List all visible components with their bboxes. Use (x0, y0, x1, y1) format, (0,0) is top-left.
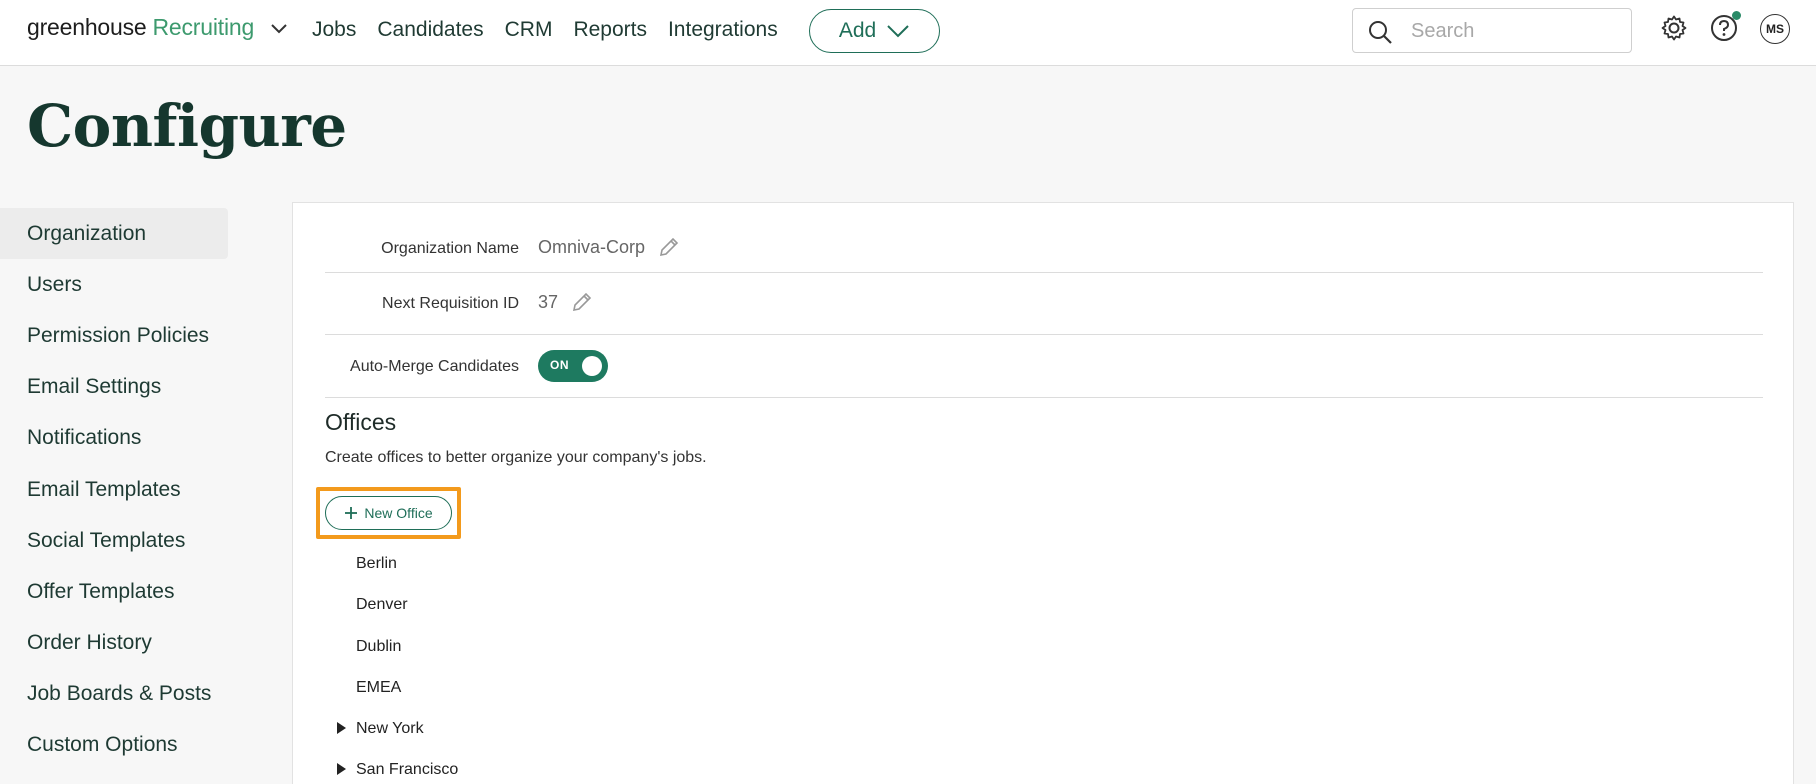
auto-merge-label: Auto-Merge Candidates (350, 358, 519, 375)
nav-candidates[interactable]: Candidates (377, 16, 483, 44)
sidebar-item-custom-options[interactable]: Custom Options (0, 720, 228, 771)
search-icon (1369, 21, 1392, 44)
notification-dot (1732, 11, 1741, 20)
office-item-denver[interactable]: Denver (356, 596, 408, 614)
offices-heading: Offices (325, 409, 397, 435)
chevron-down-icon (887, 25, 909, 38)
help-button[interactable] (1710, 11, 1741, 42)
organization-name-label: Organization Name (381, 240, 519, 257)
organization-name-value: Omniva-Corp (538, 236, 646, 257)
sidebar-item-permission-policies[interactable]: Permission Policies (0, 310, 228, 361)
office-item-san-francisco[interactable]: San Francisco (356, 761, 458, 779)
avatar[interactable]: MS (1760, 14, 1790, 44)
edit-pencil-icon[interactable] (570, 290, 594, 314)
nav-integrations[interactable]: Integrations (668, 16, 778, 44)
toggle-knob (582, 356, 602, 376)
sidebar-item-notifications[interactable]: Notifications (0, 413, 228, 464)
brand-product: Recruiting (152, 14, 255, 40)
office-item-berlin[interactable]: Berlin (356, 555, 397, 573)
organization-panel: Organization Name Omniva-Corp Next Requi… (292, 202, 1794, 784)
organization-name-value-group: Omniva-Corp (538, 235, 681, 259)
next-requisition-row: Next Requisition ID 37 (325, 273, 1763, 335)
toggle-state-label: ON (550, 358, 569, 372)
main-nav-links: Jobs Candidates CRM Reports Integrations (312, 16, 799, 44)
sidebar-item-users[interactable]: Users (0, 259, 228, 310)
next-requisition-value: 37 (538, 291, 559, 312)
new-office-button[interactable]: New Office (325, 496, 452, 530)
office-item-new-york[interactable]: New York (356, 720, 424, 738)
next-requisition-label: Next Requisition ID (382, 295, 519, 312)
next-requisition-value-group: 37 (538, 290, 594, 314)
app-brand[interactable]: greenhouse Recruiting (27, 14, 290, 41)
sidebar-item-organization[interactable]: Organization (0, 208, 228, 260)
sidebar: Organization Users Permission Policies E… (0, 208, 228, 771)
nav-reports[interactable]: Reports (573, 16, 647, 44)
nav-jobs[interactable]: Jobs (312, 16, 356, 44)
sidebar-item-email-settings[interactable]: Email Settings (0, 362, 228, 413)
top-nav: greenhouse Recruiting Jobs Candidates CR… (0, 0, 1816, 66)
add-button-label: Add (838, 19, 877, 42)
gear-icon[interactable] (1660, 14, 1688, 42)
sidebar-item-job-boards[interactable]: Job Boards & Posts (0, 669, 228, 720)
page-title: Configure (27, 92, 347, 160)
plus-icon (345, 507, 358, 519)
search-input[interactable] (1411, 17, 1616, 45)
expand-caret-icon[interactable] (336, 763, 346, 775)
nav-crm[interactable]: CRM (505, 16, 553, 44)
expand-caret-icon[interactable] (336, 722, 346, 734)
new-office-label: New Office (364, 505, 433, 521)
auto-merge-row: Auto-Merge Candidates ON (325, 335, 1763, 398)
brand-name: greenhouse (27, 14, 147, 40)
add-button[interactable]: Add (809, 9, 940, 53)
office-item-emea[interactable]: EMEA (356, 679, 401, 697)
auto-merge-toggle[interactable]: ON (538, 350, 608, 382)
offices-description: Create offices to better organize your c… (325, 449, 707, 466)
sidebar-item-social-templates[interactable]: Social Templates (0, 515, 228, 566)
sidebar-item-email-templates[interactable]: Email Templates (0, 464, 228, 515)
chevron-down-icon[interactable] (268, 17, 290, 39)
edit-pencil-icon[interactable] (657, 235, 681, 259)
sidebar-item-offer-templates[interactable]: Offer Templates (0, 566, 228, 617)
sidebar-item-order-history[interactable]: Order History (0, 618, 228, 669)
organization-name-row: Organization Name Omniva-Corp (325, 223, 1763, 273)
office-item-dublin[interactable]: Dublin (356, 638, 401, 656)
search-box[interactable] (1352, 8, 1632, 53)
